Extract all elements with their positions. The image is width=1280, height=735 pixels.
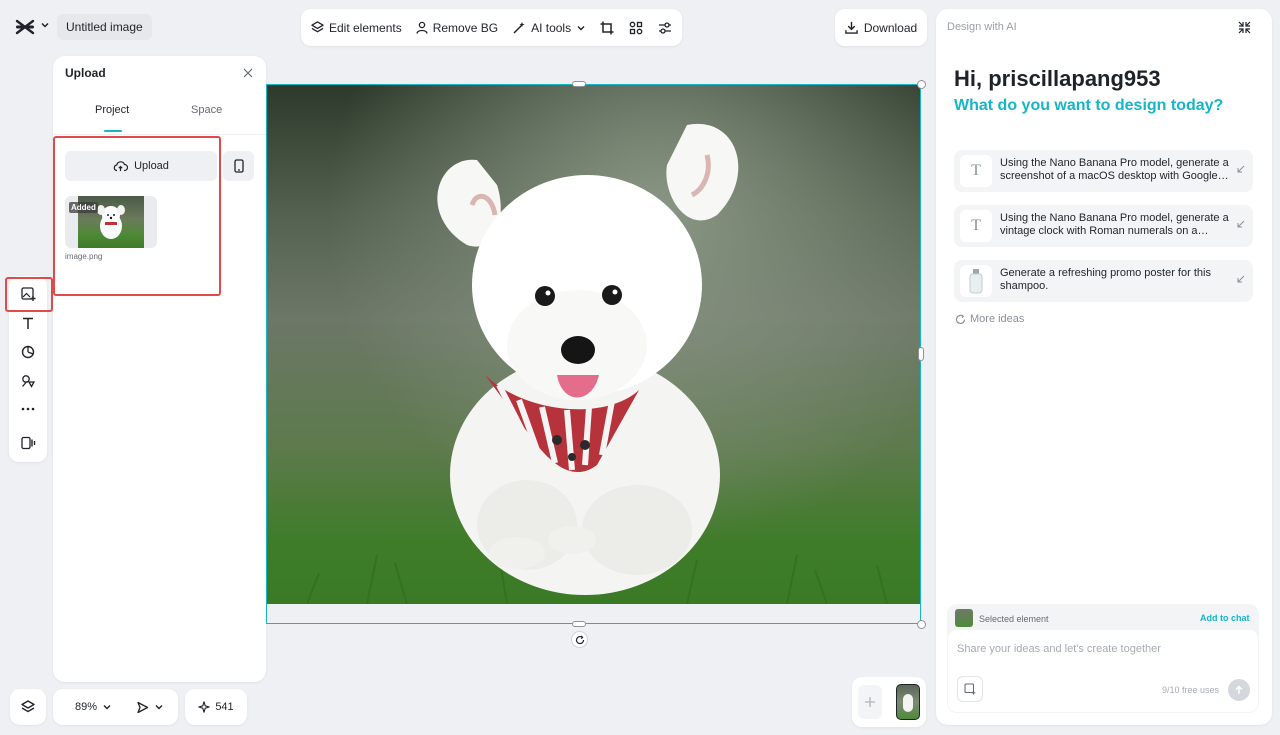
rotate-handle[interactable]: [571, 631, 588, 648]
arrow-down-left-icon: [1237, 165, 1245, 173]
elements-icon: [21, 374, 35, 388]
download-button[interactable]: Download: [835, 9, 927, 46]
ai-tools-label: AI tools: [531, 20, 572, 35]
add-to-chat-button[interactable]: Add to chat: [1200, 613, 1250, 623]
rotate-icon: [575, 635, 585, 645]
resize-handle-top[interactable]: [572, 81, 586, 87]
credits-value: 541: [215, 701, 234, 713]
resize-handle-corner-bottom-right[interactable]: [917, 620, 926, 629]
page-strip: [852, 677, 926, 727]
transform-icon[interactable]: [629, 21, 643, 35]
video-icon: [20, 436, 36, 450]
document-title[interactable]: Untitled image: [57, 14, 152, 40]
resize-handle-right[interactable]: [918, 347, 924, 361]
arrow-down-left-icon: [1237, 275, 1245, 283]
layers-icon: [21, 700, 35, 714]
refresh-icon: [955, 314, 966, 325]
highlight-box: [5, 277, 53, 312]
suggestion-card[interactable]: T Using the Nano Banana Pro model, gener…: [954, 205, 1253, 247]
divider: [53, 134, 266, 135]
more-ideas-label: More ideas: [970, 313, 1025, 325]
collapse-icon[interactable]: [1238, 21, 1251, 34]
selected-element-thumbnail: [955, 609, 973, 627]
add-page-button[interactable]: [858, 685, 882, 719]
download-label: Download: [863, 20, 918, 35]
layers-button[interactable]: [10, 689, 46, 725]
chevron-down-icon[interactable]: [102, 702, 112, 712]
credits-counter[interactable]: 541: [185, 689, 247, 725]
ai-design-panel: Design with AI Hi, priscillapang953 What…: [936, 9, 1272, 725]
elements-tool-button[interactable]: [9, 368, 47, 394]
text-tool-button[interactable]: [9, 310, 47, 336]
edit-elements-button[interactable]: Edit elements: [311, 21, 402, 35]
phone-icon: [233, 159, 244, 173]
download-icon: [845, 21, 858, 34]
remove-bg-label: Remove BG: [432, 20, 499, 35]
crop-icon[interactable]: [600, 21, 614, 35]
phone-upload-button[interactable]: [223, 151, 254, 181]
text-icon: T: [960, 155, 992, 187]
send-button[interactable]: [1228, 679, 1250, 701]
suggestion-text: Using the Nano Banana Pro model, generat…: [1000, 157, 1229, 182]
page-thumbnail[interactable]: [896, 684, 920, 720]
suggestion-card[interactable]: Generate a refreshing promo poster for t…: [954, 260, 1253, 302]
adjust-sliders-icon[interactable]: [658, 21, 672, 35]
zoom-level[interactable]: 89%: [75, 701, 97, 713]
subheading: What do you want to design today?: [954, 97, 1224, 114]
more-dots-icon: [21, 407, 35, 411]
free-uses-counter: 9/10 free uses: [1162, 685, 1220, 695]
attach-image-button[interactable]: [957, 676, 983, 702]
capcut-logo-icon[interactable]: [14, 16, 36, 38]
edit-elements-label: Edit elements: [329, 20, 402, 35]
plus-icon: [864, 696, 876, 708]
ai-tools-button[interactable]: AI tools: [512, 21, 586, 35]
shapes-tool-button[interactable]: [9, 339, 47, 365]
panel-heading: Design with AI: [947, 21, 1017, 33]
chat-composer: Selected element Add to chat Share your …: [947, 604, 1259, 713]
more-tools-button[interactable]: [9, 396, 47, 422]
top-toolbar: Edit elements Remove BG AI tools: [301, 9, 682, 46]
sparkle-icon: [198, 701, 211, 713]
selected-element-label: Selected element: [979, 614, 1049, 624]
chat-input[interactable]: Share your ideas and let's create togeth…: [957, 643, 1161, 655]
arrow-down-left-icon: [1237, 220, 1245, 228]
resize-handle-corner-top-right[interactable]: [917, 80, 926, 89]
tab-space[interactable]: Space: [191, 104, 222, 116]
highlight-box: [53, 136, 221, 296]
arrow-up-icon: [1234, 685, 1244, 695]
active-tab-indicator: [104, 130, 122, 132]
panel-title: Upload: [65, 66, 106, 80]
selection-frame: [266, 84, 921, 624]
layers-icon: [311, 21, 324, 34]
resize-handle-bottom[interactable]: [572, 621, 586, 627]
media-tool-button[interactable]: [9, 430, 47, 456]
tab-project[interactable]: Project: [95, 104, 129, 116]
more-ideas-button[interactable]: More ideas: [955, 313, 1024, 325]
text-icon: T: [960, 210, 992, 242]
product-thumbnail: [960, 265, 992, 297]
close-icon[interactable]: [243, 68, 253, 78]
text-icon: [21, 316, 35, 330]
image-add-icon: [964, 683, 976, 695]
person-icon: [416, 21, 428, 34]
suggestion-card[interactable]: T Using the Nano Banana Pro model, gener…: [954, 150, 1253, 192]
pointer-icon[interactable]: [136, 701, 149, 714]
suggestion-text: Generate a refreshing promo poster for t…: [1000, 267, 1211, 292]
suggestion-text: Using the Nano Banana Pro model, generat…: [1000, 212, 1229, 237]
chevron-down-icon[interactable]: [40, 20, 50, 30]
zoom-controls: 89%: [53, 689, 178, 725]
shapes-icon: [21, 345, 35, 359]
greeting: Hi, priscillapang953: [954, 66, 1161, 91]
chat-input-area[interactable]: Share your ideas and let's create togeth…: [948, 630, 1258, 712]
remove-bg-button[interactable]: Remove BG: [416, 21, 498, 35]
chevron-down-icon: [576, 23, 586, 33]
magic-wand-icon: [512, 21, 526, 35]
chevron-down-icon[interactable]: [154, 702, 164, 712]
